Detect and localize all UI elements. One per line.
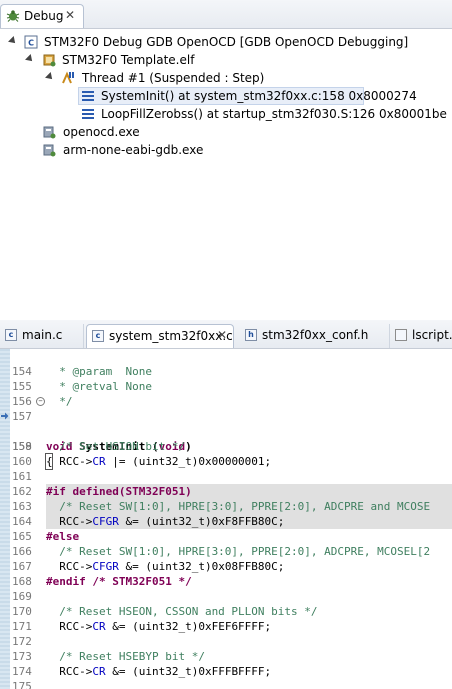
tab-label: stm32f0xx_conf.h: [262, 328, 369, 342]
tab-debug-label: Debug: [24, 9, 64, 23]
code-line: 161: [12, 470, 32, 483]
code-line-current: 158 {: [0, 409, 452, 470]
tree-item-launch[interactable]: C STM32F0 Debug GDB OpenOCD [GDB OpenOCD…: [0, 33, 452, 51]
code-editor: c main.c c system_stm32f0xx.c ✕ h stm32f…: [0, 320, 452, 689]
code-line: 175: [12, 680, 32, 689]
code-area[interactable]: 154 * @param None 155 * @retval None 156…: [0, 349, 452, 689]
launch-config-icon: C: [24, 35, 38, 49]
code-line: 167 RCC->CFGR &= (uint32_t)0x08FFB80C;: [12, 560, 285, 573]
c-file-icon: c: [5, 329, 17, 341]
code-line: 164 RCC->CFGR &= (uint32_t)0xF8FFB80C;: [0, 499, 452, 529]
tree-item-label: arm-none-eabi-gdb.exe: [63, 143, 204, 157]
stack-frame-icon: [82, 109, 94, 119]
tree-item-label: LoopFillZerobss() at startup_stm32f030.S…: [101, 107, 447, 121]
code-line: 170 /* Reset HSEON, CSSON and PLLON bits…: [12, 605, 318, 618]
expand-toggle-icon[interactable]: [25, 54, 35, 64]
tab-label: lscript.ld: [412, 328, 452, 342]
svg-text:C: C: [28, 39, 34, 48]
stack-frame-icon: [82, 91, 94, 101]
tab-stm32f0xx-conf-h[interactable]: h stm32f0xx_conf.h: [240, 324, 390, 348]
code-line: 159 /* Set HSION bit */: [12, 440, 186, 453]
tree-item-gdb[interactable]: arm-none-eabi-gdb.exe: [0, 141, 452, 159]
tab-system-stm32f0xx-c[interactable]: c system_stm32f0xx.c ✕: [86, 324, 234, 348]
tab-main-c[interactable]: c main.c: [0, 324, 84, 348]
tree-item-thread[interactable]: Thread #1 (Suspended : Step): [0, 69, 452, 87]
debug-tab-bar: Debug ✕: [0, 0, 452, 29]
editor-tab-bar: c main.c c system_stm32f0xx.c ✕ h stm32f…: [0, 320, 452, 349]
tree-item-openocd[interactable]: openocd.exe: [0, 123, 452, 141]
tree-item-elf[interactable]: STM32F0 Template.elf: [0, 51, 452, 69]
fold-toggle-icon[interactable]: −: [36, 397, 45, 406]
code-line: 171 RCC->CR &= (uint32_t)0xFEF6FFFF;: [12, 620, 272, 633]
elf-process-icon: [43, 54, 56, 67]
code-line: 172: [12, 635, 32, 648]
file-icon: [395, 329, 407, 341]
bug-icon: [6, 10, 20, 22]
tab-label: main.c: [22, 328, 63, 342]
code-line: 157 − void SystemInit (void): [12, 397, 192, 453]
tree-item-label: SystemInit() at system_stm32f0xx.c:158 0…: [101, 89, 417, 103]
code-line: 173 /* Reset HSEBYP bit */: [12, 650, 205, 663]
process-icon: [43, 144, 56, 157]
code-line: 156 */: [12, 395, 73, 408]
expand-toggle-icon[interactable]: [8, 36, 18, 46]
close-icon[interactable]: ✕: [65, 8, 75, 22]
tree-item-frame-systeminit[interactable]: SystemInit() at system_stm32f0xx.c:158 0…: [78, 87, 417, 105]
tab-debug[interactable]: Debug ✕: [0, 4, 84, 28]
code-line: 154 * @param None: [12, 365, 152, 378]
code-line: 168 #endif /* STM32F051 */: [12, 575, 192, 588]
instruction-pointer-icon: [1, 412, 9, 420]
tree-item-label: Thread #1 (Suspended : Step): [82, 71, 265, 85]
code-line: 160 RCC->CR |= (uint32_t)0x00000001;: [12, 455, 272, 468]
tree-item-label: STM32F0 Debug GDB OpenOCD [GDB OpenOCD D…: [44, 35, 409, 49]
tree-item-label: STM32F0 Template.elf: [62, 53, 195, 67]
code-line: 155 * @retval None: [12, 380, 152, 393]
code-line: 163 /* Reset SW[1:0], HPRE[3:0], PPRE[2:…: [0, 484, 452, 514]
tree-item-label: openocd.exe: [63, 125, 140, 139]
expand-toggle-icon[interactable]: [45, 72, 55, 82]
code-line: 162 #if defined(STM32F051): [0, 469, 452, 499]
tab-label: system_stm32f0xx.c: [109, 329, 233, 343]
code-line: 169: [12, 590, 32, 603]
code-line: 166 /* Reset SW[1:0], HPRE[3:0], PPRE[2:…: [12, 545, 431, 558]
tree-item-frame-loopfill[interactable]: LoopFillZerobss() at startup_stm32f030.S…: [78, 105, 452, 123]
thread-suspended-icon: [62, 71, 74, 84]
debug-view: Debug ✕ C STM32F0 Debug GDB OpenOCD [GDB…: [0, 0, 452, 318]
code-line: 165 #else: [12, 530, 80, 543]
h-file-icon: h: [245, 329, 257, 341]
code-line: 174 RCC->CR &= (uint32_t)0xFFFBFFFF;: [12, 665, 272, 678]
tab-lscript-ld[interactable]: lscript.ld: [390, 324, 452, 348]
close-icon[interactable]: ✕: [217, 328, 227, 342]
process-icon: [43, 126, 56, 139]
c-file-icon: c: [92, 330, 104, 342]
